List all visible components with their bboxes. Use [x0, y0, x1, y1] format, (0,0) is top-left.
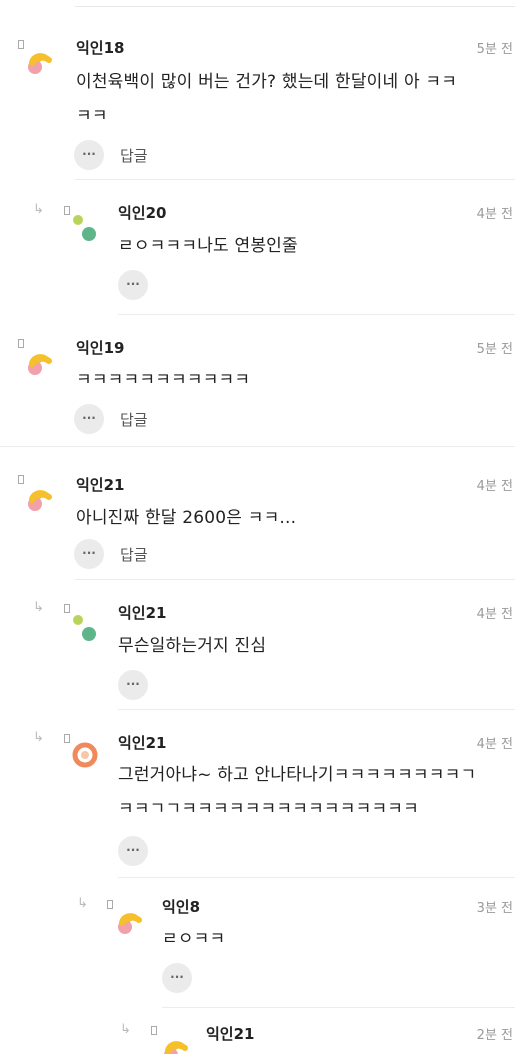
comment-time: 4분 전	[476, 207, 513, 222]
comment-text-line: 무슨일하는거지 진심	[118, 636, 267, 656]
reply-arrow-icon: ↳	[120, 1022, 131, 1037]
avatar-yellow-icon	[118, 913, 142, 934]
comment-text-line: ㅋㅋ	[76, 106, 108, 126]
comment-time: 3분 전	[476, 901, 513, 916]
top-divider	[75, 6, 515, 7]
comment-item: 익인18 5분 전 이천육백이 많이 버는 건가? 했는데 한달이네 아 ㅋㅋ …	[0, 30, 527, 180]
author-marker-icon	[107, 900, 113, 909]
reply-comment-item: ↳ 익인8 3분 전 ㄹㅇㅋㅋ ···	[0, 878, 527, 1008]
comment-time: 5분 전	[476, 342, 513, 357]
comment-nickname[interactable]: 익인21	[206, 1023, 254, 1044]
more-options-button[interactable]: ···	[118, 270, 148, 300]
comment-text-line: 그런거아냐~ 하고 안나타나기ㅋㅋㅋㅋㅋㅋㅋㅋㄱ	[118, 765, 477, 785]
comment-text-line: ㄹㅇㅋㅋ	[162, 929, 226, 949]
comment-nickname[interactable]: 익인21	[118, 732, 166, 753]
comment-nickname[interactable]: 익인19	[76, 337, 124, 358]
author-marker-icon	[151, 1026, 157, 1035]
comment-item: 익인19 5분 전 ㅋㅋㅋㅋㅋㅋㅋㅋㅋㅋㅋ ··· 답글	[0, 315, 527, 447]
comment-text-line: ㅋㅋㄱㄱㅋㅋㅋㅋㅋㅋㅋㅋㅋㅋㅋㅋㅋㅋㅋ	[118, 799, 419, 819]
reply-comment-item: ↳ 익인21 2분 전	[0, 1008, 527, 1054]
reply-button[interactable]: 답글	[120, 544, 148, 565]
comment-text-line: 아니진짜 한달 2600은 ㅋㅋ...	[76, 508, 297, 528]
reply-arrow-icon: ↳	[77, 896, 88, 911]
avatar-yellow-icon	[164, 1041, 188, 1054]
more-options-button[interactable]: ···	[118, 836, 148, 866]
comment-item: 익인21 4분 전 아니진짜 한달 2600은 ㅋㅋ... ··· 답글	[0, 447, 527, 580]
reply-arrow-icon: ↳	[33, 730, 44, 745]
comment-time: 5분 전	[476, 42, 513, 57]
reply-comment-item: ↳ 익인21 4분 전 그런거아냐~ 하고 안나타나기ㅋㅋㅋㅋㅋㅋㅋㅋㄱ ㅋㅋㄱ…	[0, 710, 527, 878]
avatar-yellow-icon	[28, 490, 52, 511]
more-options-button[interactable]: ···	[118, 670, 148, 700]
comment-nickname[interactable]: 익인8	[162, 896, 200, 917]
more-options-button[interactable]: ···	[162, 963, 192, 993]
comment-text-line: 이천육백이 많이 버는 건가? 했는데 한달이네 아 ㅋㅋ	[76, 72, 458, 92]
comment-time: 2분 전	[476, 1028, 513, 1043]
comment-text-line: ㄹㅇㅋㅋㅋ나도 연봉인줄	[118, 236, 298, 256]
reply-button[interactable]: 답글	[120, 409, 148, 430]
more-options-button[interactable]: ···	[74, 539, 104, 569]
comment-nickname[interactable]: 익인18	[76, 37, 124, 58]
reply-arrow-icon: ↳	[33, 202, 44, 217]
more-options-button[interactable]: ···	[74, 404, 104, 434]
avatar-yellow-icon	[28, 53, 52, 74]
reply-comment-item: ↳ 익인21 4분 전 무슨일하는거지 진심 ···	[0, 580, 527, 710]
comment-nickname[interactable]: 익인21	[76, 474, 124, 495]
comment-time: 4분 전	[476, 737, 513, 752]
comment-time: 4분 전	[476, 479, 513, 494]
comment-time: 4분 전	[476, 607, 513, 622]
avatar-green-icon	[73, 215, 96, 241]
avatar-orange-icon	[72, 742, 98, 768]
reply-comment-item: ↳ 익인20 4분 전 ㄹㅇㅋㅋㅋ나도 연봉인줄 ···	[0, 180, 527, 315]
comment-nickname[interactable]: 익인20	[118, 202, 166, 223]
more-options-button[interactable]: ···	[74, 140, 104, 170]
comment-text-line: ㅋㅋㅋㅋㅋㅋㅋㅋㅋㅋㅋ	[76, 370, 251, 390]
avatar-green-icon	[73, 615, 96, 641]
avatar-yellow-icon	[28, 354, 52, 375]
reply-arrow-icon: ↳	[33, 600, 44, 615]
reply-button[interactable]: 답글	[120, 145, 148, 166]
comment-nickname[interactable]: 익인21	[118, 602, 166, 623]
